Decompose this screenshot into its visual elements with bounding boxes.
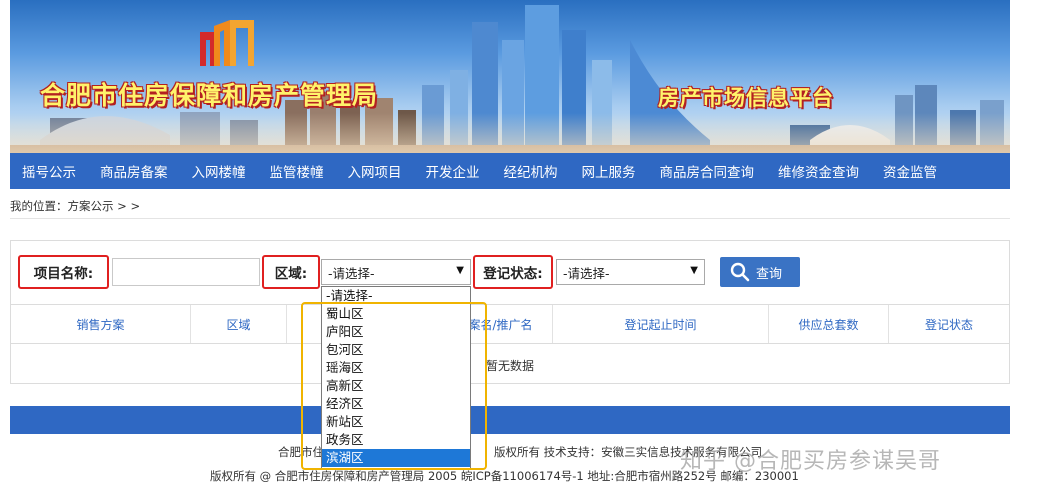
search-icon <box>730 262 750 282</box>
registration-status-select[interactable]: -请选择- ▼ <box>556 259 705 285</box>
column-header-supply-total: 供应总套数 <box>769 305 889 343</box>
nav-item-agencies[interactable]: 经纪机构 <box>504 161 558 181</box>
project-name-label: 项目名称: <box>18 255 109 289</box>
nav-item-maintenance-fund[interactable]: 维修资金查询 <box>778 161 859 181</box>
nav-item-fund-supervision[interactable]: 资金监管 <box>883 161 937 181</box>
region-label: 区域: <box>262 255 320 289</box>
chevron-down-icon: ▼ <box>456 265 464 276</box>
nav-item-online-service[interactable]: 网上服务 <box>582 161 636 181</box>
watermark: 知乎 @合肥买房参谋吴哥 <box>680 449 941 474</box>
status-select-value: -请选择- <box>563 265 610 281</box>
project-name-input[interactable] <box>112 258 260 286</box>
region-option[interactable]: 政务区 <box>322 431 470 449</box>
nav-item-commercial-filing[interactable]: 商品房备案 <box>100 161 168 181</box>
banner-haze <box>10 113 1010 153</box>
bureau-logo-icon <box>200 20 254 66</box>
search-button[interactable]: 查询 <box>720 257 800 287</box>
nav-item-lottery[interactable]: 摇号公示 <box>22 161 76 181</box>
region-option[interactable]: 新站区 <box>322 413 470 431</box>
region-option[interactable]: 蜀山区 <box>322 305 470 323</box>
breadcrumb: 我的位置：方案公示 > > <box>10 199 141 213</box>
registration-status-label: 登记状态: <box>473 255 553 289</box>
region-option-hovered[interactable]: 滨湖区 <box>322 449 470 467</box>
nav-item-listed-projects[interactable]: 入网项目 <box>348 161 402 181</box>
region-option[interactable]: 包河区 <box>322 341 470 359</box>
column-header-registration-status: 登记状态 <box>924 317 973 332</box>
region-select[interactable]: -请选择- ▼ <box>321 259 471 285</box>
column-header-sales-plan: 销售方案 <box>11 305 191 343</box>
bureau-title: 合肥市住房保障和房产管理局 <box>40 81 379 110</box>
column-header-registration-period: 登记起止时间 <box>553 305 769 343</box>
search-button-label: 查询 <box>756 266 783 282</box>
results-table-header: 销售方案 区域 备案名/推广名 登记起止时间 供应总套数 登记状态 <box>11 304 1009 344</box>
region-option[interactable]: -请选择- <box>322 287 470 305</box>
column-header-region: 区域 <box>191 305 287 343</box>
region-option[interactable]: 庐阳区 <box>322 323 470 341</box>
region-option[interactable]: 高新区 <box>322 377 470 395</box>
region-select-value: -请选择- <box>328 265 375 281</box>
region-dropdown-list: -请选择- 蜀山区 庐阳区 包河区 瑶海区 高新区 经济区 新站区 政务区 滨湖… <box>321 286 471 470</box>
nav-item-supervised-buildings[interactable]: 监管楼幢 <box>270 161 324 181</box>
footer-line-1-left: 合肥市住 <box>278 445 324 459</box>
nav-item-contract-query[interactable]: 商品房合同查询 <box>660 161 755 181</box>
footer-bar <box>10 406 1010 434</box>
region-option[interactable]: 瑶海区 <box>322 359 470 377</box>
breadcrumb-divider <box>10 218 1010 219</box>
platform-title: 房产市场信息平台 <box>658 86 834 110</box>
nav-item-listed-buildings[interactable]: 入网楼幢 <box>192 161 246 181</box>
header-banner: 合肥市住房保障和房产管理局 房产市场信息平台 <box>10 0 1010 153</box>
empty-table-text: 暂无数据 <box>486 359 535 373</box>
nav-item-developers[interactable]: 开发企业 <box>426 161 480 181</box>
main-nav: 摇号公示 商品房备案 入网楼幢 监管楼幢 入网项目 开发企业 经纪机构 网上服务… <box>10 153 1010 189</box>
chevron-down-icon: ▼ <box>690 265 698 276</box>
region-option[interactable]: 经济区 <box>322 395 470 413</box>
